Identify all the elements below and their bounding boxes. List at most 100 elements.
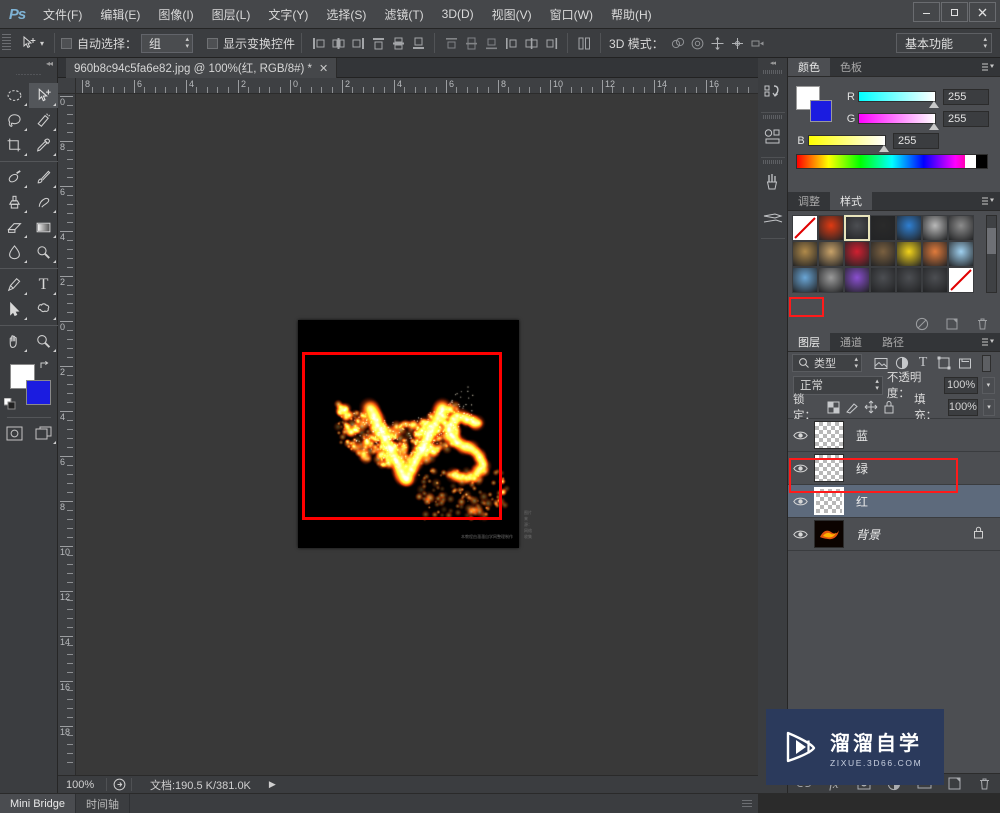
quick-selection-tool[interactable] xyxy=(29,108,58,133)
style-ice[interactable] xyxy=(948,241,974,267)
menu-1[interactable]: 编辑(E) xyxy=(91,3,149,26)
align-vertical-centers-button[interactable] xyxy=(388,33,408,53)
layer-name[interactable]: 红 xyxy=(856,493,868,510)
styles-scrollbar[interactable] xyxy=(986,215,997,293)
background-color-swatch[interactable] xyxy=(26,380,51,405)
align-bottom-edges-button[interactable] xyxy=(408,33,428,53)
align-horizontal-centers-button[interactable] xyxy=(328,33,348,53)
layer-thumbnail[interactable] xyxy=(814,487,844,515)
menu-6[interactable]: 滤镜(T) xyxy=(375,3,432,26)
color-panel-tab-1[interactable]: 色板 xyxy=(830,58,872,76)
color-slider-G[interactable] xyxy=(858,113,936,124)
lasso-tool[interactable] xyxy=(0,108,29,133)
rotate-3d-object-button[interactable] xyxy=(668,33,688,53)
opacity-value[interactable]: 100% xyxy=(944,377,978,394)
eraser-tool[interactable] xyxy=(0,215,29,240)
workspace-dropdown[interactable]: 基本功能 ▴ ▾ xyxy=(896,33,992,53)
clone-stamp-tool[interactable] xyxy=(0,190,29,215)
layer-filter-dropdown[interactable]: 类型 ▴ ▾ xyxy=(792,354,862,372)
gradient-tool[interactable] xyxy=(29,215,58,240)
layer-thumbnail[interactable] xyxy=(814,421,844,449)
clear-style-icon[interactable] xyxy=(914,316,930,332)
auto-select-dropdown[interactable]: 组 ▴ ▾ xyxy=(141,34,193,53)
brush-presets-panel-icon[interactable] xyxy=(758,200,788,236)
color-panel-menu-icon[interactable] xyxy=(982,62,995,72)
pen-tool[interactable] xyxy=(0,272,29,297)
style-yellow[interactable] xyxy=(896,241,922,267)
distribute-top-edges-button[interactable] xyxy=(441,33,461,53)
style-red-glow[interactable] xyxy=(818,215,844,241)
style-grey[interactable] xyxy=(922,215,948,241)
horizontal-ruler[interactable]: 8 6 4 2 0 2 4 6 8 10 12 14 16 xyxy=(76,78,758,94)
color-slider-thumb-R[interactable] xyxy=(929,101,939,108)
layer-name[interactable]: 蓝 xyxy=(856,427,868,444)
close-document-icon[interactable]: ✕ xyxy=(319,62,328,75)
swap-colors-icon[interactable] xyxy=(39,360,50,374)
auto-select-checkbox[interactable] xyxy=(61,38,72,49)
menu-9[interactable]: 窗口(W) xyxy=(541,3,602,26)
color-slider-thumb-B[interactable] xyxy=(879,145,889,152)
type-tool[interactable]: T xyxy=(29,272,58,297)
path-selection-tool[interactable] xyxy=(0,297,29,322)
roll-3d-object-button[interactable] xyxy=(688,33,708,53)
eyedropper-tool[interactable] xyxy=(29,133,58,158)
document-info-icon[interactable] xyxy=(107,778,131,791)
layer-row[interactable]: 红 xyxy=(788,485,1000,518)
layer-visibility-toggle[interactable] xyxy=(788,463,812,474)
new-layer-icon[interactable] xyxy=(946,776,962,792)
layer-row[interactable]: 绿 xyxy=(788,452,1000,485)
style-empty-3[interactable] xyxy=(922,267,948,293)
show-transform-checkbox[interactable] xyxy=(207,38,218,49)
ruler-corner[interactable] xyxy=(58,78,76,94)
layer-filter-toggle[interactable] xyxy=(982,355,991,372)
styles-scrollbar-thumb[interactable] xyxy=(987,228,996,254)
move-tool[interactable] xyxy=(29,83,58,108)
style-empty-2[interactable] xyxy=(896,267,922,293)
layer-thumbnail[interactable] xyxy=(814,454,844,482)
bottom-panel-grip[interactable] xyxy=(742,800,752,809)
color-panel-background[interactable] xyxy=(810,100,832,122)
opacity-slider-caret[interactable]: ▾ xyxy=(982,377,995,394)
menu-8[interactable]: 视图(V) xyxy=(483,3,541,26)
align-right-edges-button[interactable] xyxy=(348,33,368,53)
fill-value[interactable]: 100% xyxy=(948,399,978,416)
lock-all-icon[interactable] xyxy=(883,400,895,415)
menu-7[interactable]: 3D(D) xyxy=(433,4,483,24)
layers-panel-tab-1[interactable]: 通道 xyxy=(830,333,872,351)
brush-panel-icon[interactable] xyxy=(758,164,788,200)
color-panel-tab-0[interactable]: 颜色 xyxy=(788,58,830,76)
zoom-tool[interactable] xyxy=(29,329,58,354)
options-bar-grip[interactable] xyxy=(2,34,11,52)
align-top-edges-button[interactable] xyxy=(368,33,388,53)
layer-visibility-toggle[interactable] xyxy=(788,430,812,441)
style-beveled[interactable] xyxy=(844,215,870,241)
canvas-viewport[interactable]: 图片来源：网络收集 本教程由溜溜自学网整理制作 xyxy=(76,94,758,775)
screen-mode-button[interactable] xyxy=(29,421,58,446)
vertical-ruler[interactable]: 0 8 6 4 2 0 2 4 6 8 10 12 14 16 18 xyxy=(58,94,76,775)
menu-5[interactable]: 选择(S) xyxy=(317,3,375,26)
styles-panel-menu-icon[interactable] xyxy=(982,196,995,206)
quick-mask-button[interactable] xyxy=(0,421,29,446)
default-colors-icon[interactable] xyxy=(4,398,16,410)
lock-position-icon[interactable] xyxy=(864,400,878,415)
drag-3d-object-button[interactable] xyxy=(708,33,728,53)
blur-tool[interactable] xyxy=(0,240,29,265)
smart-object-filter-icon[interactable] xyxy=(957,355,973,371)
distribute-vertical-centers-button[interactable] xyxy=(461,33,481,53)
active-tool-preset[interactable]: ▾ xyxy=(17,32,48,54)
distribute-dialog-button[interactable] xyxy=(574,33,594,53)
style-clear[interactable] xyxy=(948,267,974,293)
layer-visibility-toggle[interactable] xyxy=(788,496,812,507)
new-style-icon[interactable] xyxy=(944,316,960,332)
brush-tool[interactable] xyxy=(29,165,58,190)
styles-panel-tab-0[interactable]: 调整 xyxy=(788,192,830,210)
bottom-tab-0[interactable]: Mini Bridge xyxy=(0,794,76,813)
toolbar-drag-grip[interactable] xyxy=(16,70,42,79)
menu-3[interactable]: 图层(L) xyxy=(203,3,260,26)
style-empty-1[interactable] xyxy=(870,267,896,293)
layer-name[interactable]: 背景 xyxy=(856,526,880,543)
layer-name[interactable]: 绿 xyxy=(856,460,868,477)
toolbar-collapse-handle[interactable]: ◂◂ xyxy=(0,58,57,69)
color-slider-thumb-G[interactable] xyxy=(929,123,939,130)
minimize-button[interactable] xyxy=(913,2,940,22)
